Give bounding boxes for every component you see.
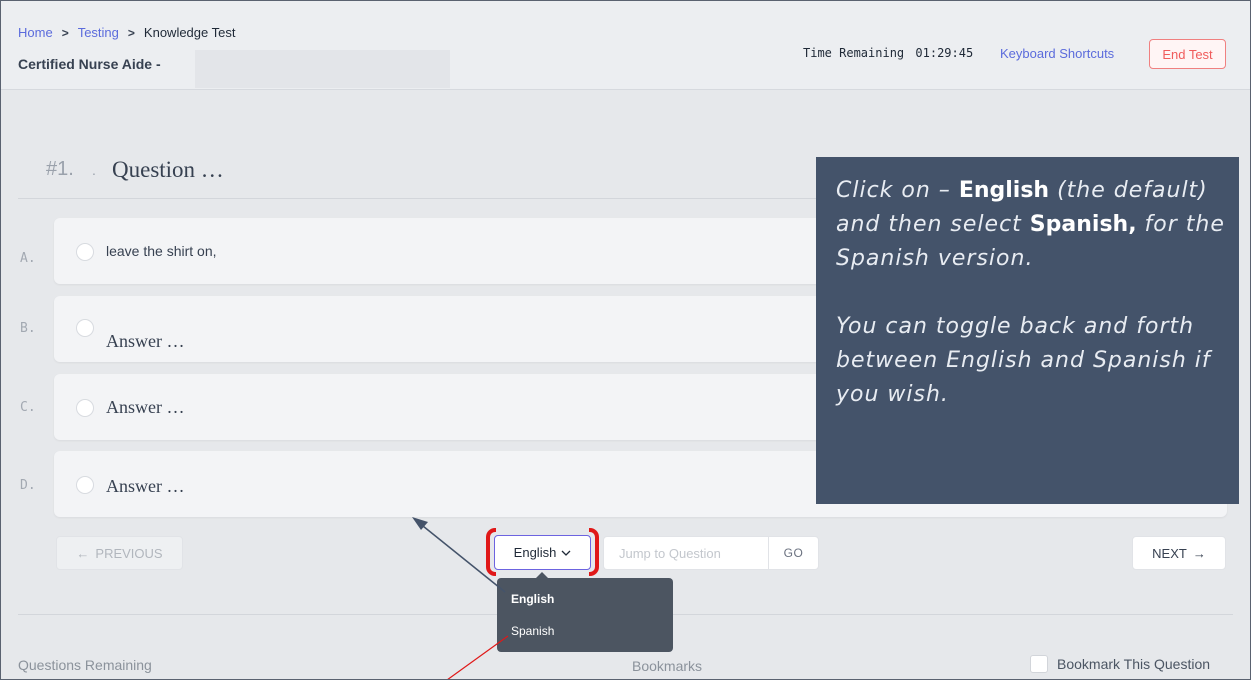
pointer-arrowhead	[412, 517, 428, 530]
breadcrumb-testing[interactable]: Testing	[78, 25, 119, 40]
highlight-bracket-gap	[496, 527, 589, 533]
chevron-down-icon	[561, 550, 571, 556]
next-label: NEXT	[1152, 545, 1187, 561]
breadcrumb-home[interactable]: Home	[18, 25, 53, 40]
question-marker: .	[92, 162, 96, 178]
option-letter-c: C.	[20, 400, 36, 415]
bookmark-label[interactable]: Bookmark This Question	[1057, 656, 1210, 672]
option-text: leave the shirt on,	[106, 243, 217, 259]
breadcrumb-current: Knowledge Test	[143, 25, 236, 40]
callout-text: Click on –	[836, 178, 959, 203]
language-select-value: English	[513, 545, 557, 560]
language-dropdown-menu: English Spanish	[497, 572, 673, 652]
bookmark-checkbox[interactable]	[1030, 655, 1048, 673]
radio-button[interactable]	[76, 243, 94, 261]
language-option-spanish[interactable]: Spanish	[511, 624, 554, 638]
option-letter-d: D.	[20, 478, 36, 493]
callout-emphasis: Spanish,	[1029, 212, 1137, 237]
breadcrumb-separator: >	[127, 25, 135, 40]
breadcrumb: Home > Testing > Knowledge Test	[18, 25, 235, 40]
pointer-arrow-line	[417, 521, 506, 593]
questions-remaining-heading: Questions Remaining	[18, 657, 152, 673]
callout-emphasis: English	[958, 178, 1050, 203]
next-button[interactable]: NEXT →	[1132, 536, 1226, 570]
language-option-english[interactable]: English	[511, 592, 554, 606]
keyboard-shortcuts-link[interactable]: Keyboard Shortcuts	[1000, 46, 1114, 61]
language-select[interactable]: English	[494, 535, 591, 570]
callout-paragraph-1: Click on – English (the default) and the…	[836, 174, 1225, 276]
end-test-button[interactable]: End Test	[1149, 39, 1226, 69]
arrow-right-icon: →	[1192, 545, 1206, 561]
exam-title: Certified Nurse Aide -	[18, 56, 161, 72]
question-text: Question …	[112, 157, 224, 182]
bookmarks-heading: Bookmarks	[632, 658, 703, 674]
arrow-left-icon: ←	[76, 545, 90, 561]
callout-paragraph-2: You can toggle back and forth between En…	[836, 314, 1211, 407]
jump-to-question-input[interactable]	[603, 536, 769, 570]
previous-button[interactable]: ← PREVIOUS	[56, 536, 183, 570]
radio-button[interactable]	[76, 319, 94, 337]
time-remaining: Time Remaining 01:29:45	[803, 46, 973, 60]
test-header: Home > Testing > Knowledge Test Certifie…	[0, 0, 1251, 90]
question-number: #1.	[46, 158, 74, 180]
redacted-title-area	[195, 50, 450, 88]
option-text: Answer …	[106, 476, 185, 496]
previous-label: PREVIOUS	[95, 545, 163, 561]
breadcrumb-separator: >	[61, 25, 69, 40]
timer-label: Time Remaining	[803, 46, 905, 60]
radio-button[interactable]	[76, 399, 94, 417]
option-text: Answer …	[106, 331, 185, 351]
radio-button[interactable]	[76, 476, 94, 494]
option-text: Answer …	[106, 397, 185, 417]
go-button[interactable]: GO	[768, 536, 819, 570]
option-letter-b: B.	[20, 321, 36, 336]
timer-value: 01:29:45	[915, 46, 974, 60]
option-letter-a: A.	[20, 251, 36, 266]
instruction-callout: Click on – English (the default) and the…	[816, 157, 1239, 504]
